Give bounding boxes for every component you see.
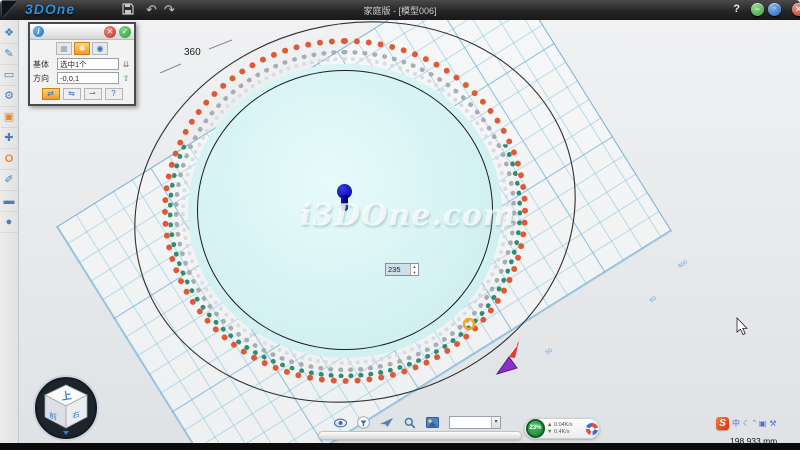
- direction-label: 方向: [33, 73, 55, 84]
- network-rates: ▲ 0.04K/s ▼ 0.4K/s: [545, 422, 586, 436]
- cancel-button[interactable]: ✕: [104, 26, 116, 38]
- view-toolbar: ▾: [334, 416, 501, 429]
- pattern-option-button-4[interactable]: ?: [105, 88, 123, 100]
- sphere-icon[interactable]: ●: [1, 212, 18, 233]
- tools-gear-icon[interactable]: ⚙: [1, 86, 18, 107]
- grid-coordinate-label: 50: [545, 348, 554, 357]
- left-toolbar: ❖ ✎ ▭ ⚙ ▣ ✚ O ✐ ▬ ●: [0, 20, 19, 443]
- letter-o-icon[interactable]: O: [1, 149, 18, 170]
- pattern-dialog: i ✕ ✓ ▦ ❋ ◉ 基体 ⇊ 方向 ⇧ ⇄ ⇋ ⇀ ?: [28, 22, 136, 106]
- dialog-tabs: ▦ ❋ ◉: [30, 40, 134, 57]
- sketch-pencil-icon[interactable]: ✎: [1, 44, 18, 65]
- spinner-control[interactable]: ▲ ▼: [410, 264, 418, 275]
- zoom-magnifier-icon[interactable]: [404, 417, 416, 429]
- pick-direction-icon[interactable]: ⇧: [121, 74, 131, 83]
- direction-arrow-stripe: [511, 345, 517, 353]
- sogou-logo-icon[interactable]: S: [716, 417, 729, 430]
- filter-icon[interactable]: [357, 416, 370, 429]
- ime-toolbar: S 中 ☾ ” ▣ ⚒: [716, 417, 777, 430]
- move-cross-icon[interactable]: ✚: [1, 128, 18, 149]
- pattern-option-button-3[interactable]: ⇀: [84, 88, 102, 100]
- grid-coordinate-label: 60: [649, 296, 658, 305]
- pattern-count-input[interactable]: 235 ▲ ▼: [385, 263, 419, 276]
- direction-arrow-cone: [497, 357, 517, 374]
- base-body-input[interactable]: [57, 58, 119, 70]
- minimize-button[interactable]: −: [751, 3, 764, 16]
- giftbox-icon[interactable]: ▣: [1, 107, 18, 128]
- base-body-row: 基体 ⇊: [30, 57, 134, 71]
- spin-down-icon[interactable]: ▼: [411, 270, 418, 276]
- window-title: 家庭版 - [模型006]: [0, 4, 800, 17]
- info-icon[interactable]: i: [33, 26, 44, 37]
- dialog-header: i ✕ ✓: [30, 24, 134, 40]
- laptop-icon[interactable]: ▭: [1, 65, 18, 86]
- ime-keyboard-icon[interactable]: ▣: [759, 419, 767, 428]
- memory-usage-ball[interactable]: 23%: [526, 419, 545, 438]
- grid-coordinate-label: 400: [677, 260, 689, 270]
- direction-input[interactable]: [57, 72, 119, 84]
- fly-through-icon[interactable]: [380, 418, 394, 428]
- os-taskbar-edge: [0, 443, 800, 450]
- view-cube[interactable]: 上 前 右: [32, 374, 100, 442]
- collapsed-panel-handle[interactable]: [318, 431, 522, 440]
- application-window: 400 60 50 i3DOne.com 360 235 ▲ ▼ 3DOne: [0, 0, 800, 450]
- dimension-tick: [160, 64, 181, 73]
- close-button[interactable]: ✕: [792, 3, 800, 16]
- view-combobox[interactable]: ▾: [449, 416, 501, 429]
- watermark: i3DOne.com: [300, 198, 520, 233]
- pattern-option-button-2[interactable]: ⇋: [63, 88, 81, 100]
- dimension-tick: [209, 40, 232, 49]
- ime-toolbox-icon[interactable]: ⚒: [769, 419, 776, 428]
- antivirus-pinwheel-icon[interactable]: [586, 423, 598, 435]
- visibility-eye-icon[interactable]: [334, 418, 347, 428]
- upload-rate: 0.04K/s: [554, 422, 573, 428]
- solids-icon[interactable]: ❖: [1, 23, 18, 44]
- tab-circular-pattern[interactable]: ❋: [74, 42, 90, 55]
- ime-punctuation-icon[interactable]: ”: [753, 419, 756, 428]
- help-button[interactable]: ?: [733, 3, 740, 15]
- pattern-option-button-1[interactable]: ⇄: [42, 88, 60, 100]
- pattern-angle-label: 360: [184, 47, 201, 58]
- maximize-button[interactable]: ▫: [768, 3, 781, 16]
- confirm-button[interactable]: ✓: [119, 26, 131, 38]
- ime-language-icon[interactable]: 中: [732, 418, 740, 429]
- base-body-label: 基体: [33, 59, 55, 70]
- tab-linear-pattern[interactable]: ▦: [56, 42, 72, 55]
- combobox-value: [450, 417, 491, 428]
- bar-icon[interactable]: ▬: [1, 191, 18, 212]
- titlebar: 3DOne ↶ ↷ 家庭版 - [模型006] ? − ▫ ✕: [0, 0, 800, 20]
- brush-icon[interactable]: ✐: [1, 170, 18, 191]
- combobox-arrow-icon[interactable]: ▾: [491, 417, 500, 428]
- upload-arrow-icon: ▲: [547, 422, 552, 428]
- dialog-footer: ⇄ ⇋ ⇀ ?: [30, 85, 134, 104]
- ime-moon-icon[interactable]: ☾: [743, 419, 750, 428]
- download-rate: 0.4K/s: [554, 429, 570, 435]
- system-monitor-pill: 23% ▲ 0.04K/s ▼ 0.4K/s: [524, 418, 600, 439]
- direction-row: 方向 ⇧: [30, 71, 134, 85]
- tab-curve-pattern[interactable]: ◉: [92, 42, 108, 55]
- render-style-icon[interactable]: [426, 417, 439, 428]
- direction-arrow-flag: [509, 341, 519, 358]
- download-arrow-icon: ▼: [547, 429, 552, 435]
- mouse-cursor: [737, 318, 747, 335]
- chevron-down-icon[interactable]: ⇊: [121, 60, 131, 69]
- pattern-count-value[interactable]: 235: [386, 264, 410, 275]
